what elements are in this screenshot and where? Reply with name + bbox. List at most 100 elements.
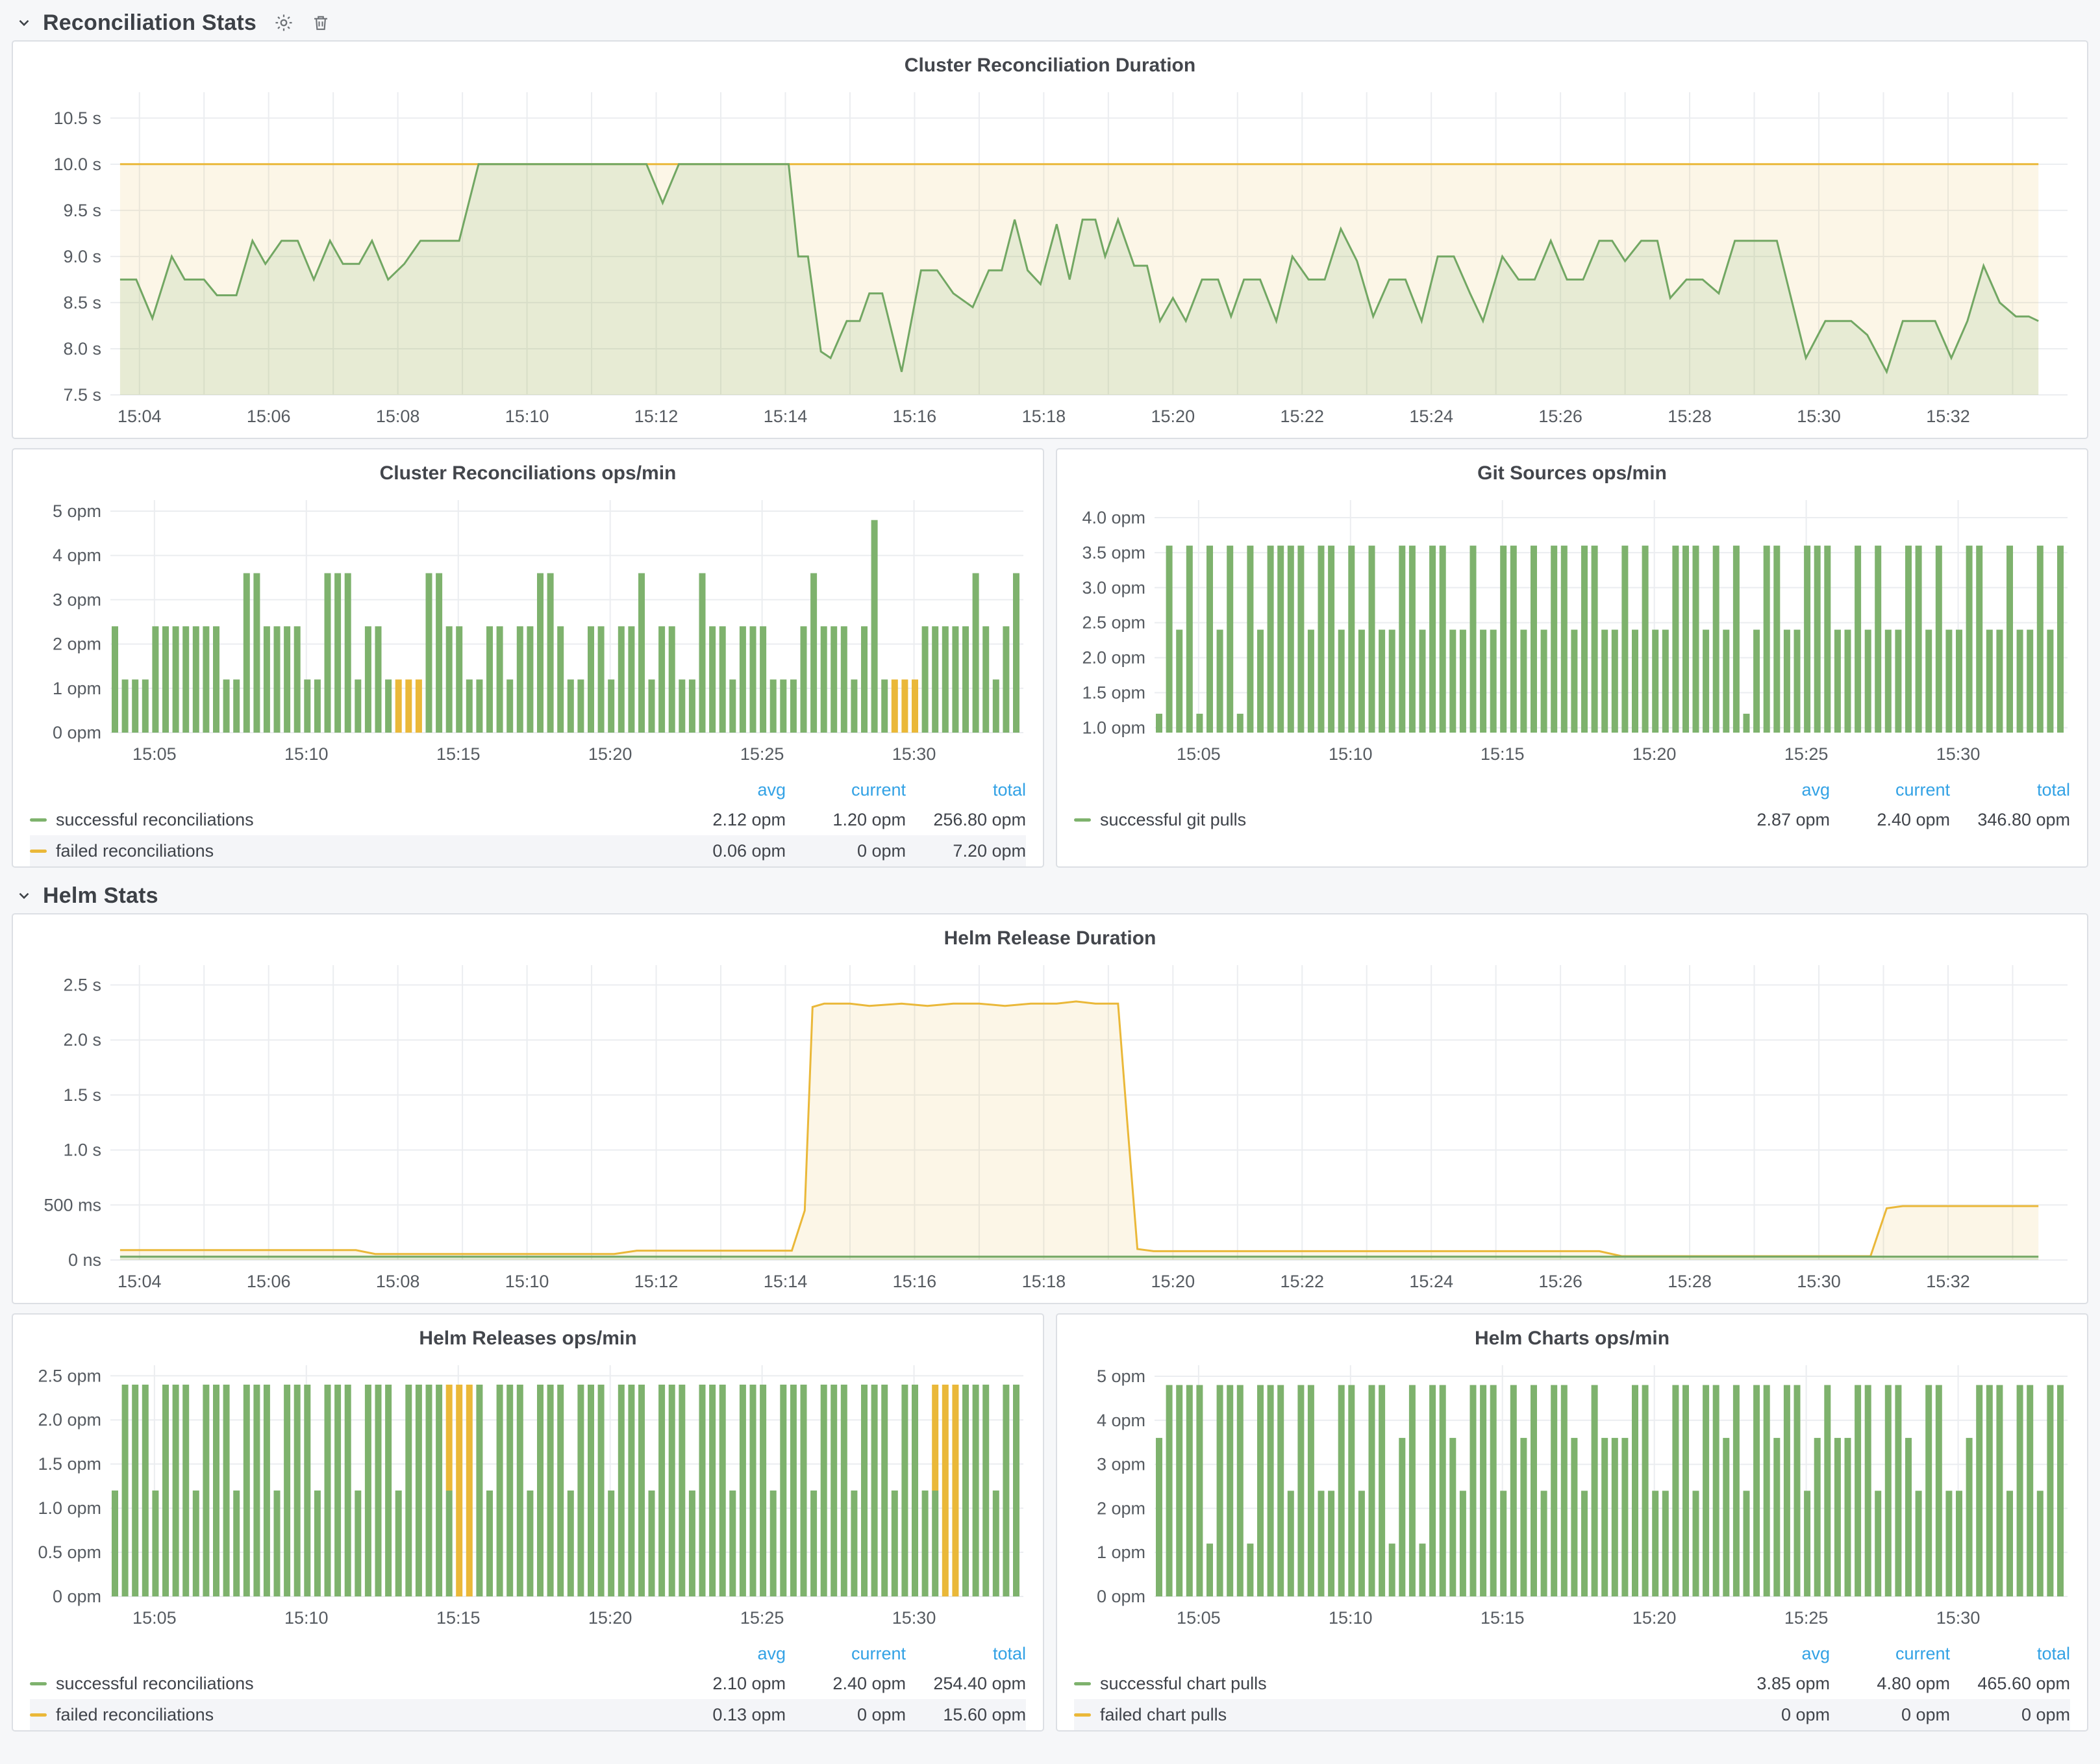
cluster-duration-chart[interactable]: 7.5 s8.0 s8.5 s9.0 s9.5 s10.0 s10.5 s15:… (13, 82, 2087, 438)
svg-text:0 opm: 0 opm (1097, 1587, 1145, 1606)
svg-text:15:10: 15:10 (505, 1272, 549, 1291)
svg-text:10.5 s: 10.5 s (53, 108, 101, 128)
legend-col-current[interactable]: current (1830, 780, 1950, 800)
legend-series-row[interactable]: successful chart pulls3.85 opm4.80 opm46… (1074, 1668, 2070, 1699)
legend-table: avgcurrenttotal successful reconciliation… (13, 775, 1043, 866)
legend-series-label[interactable]: failed chart pulls (1074, 1705, 1710, 1725)
svg-text:15:28: 15:28 (1668, 1272, 1712, 1291)
svg-text:8.0 s: 8.0 s (63, 339, 101, 359)
svg-text:3 opm: 3 opm (53, 590, 101, 609)
section-title: Reconciliation Stats (43, 10, 256, 36)
legend-stat-value: 2.10 opm (666, 1674, 786, 1694)
svg-text:7.5 s: 7.5 s (63, 385, 101, 405)
legend-series-label[interactable]: failed reconciliations (30, 841, 666, 861)
svg-text:15:32: 15:32 (1926, 1272, 1970, 1291)
svg-text:15:16: 15:16 (893, 1272, 937, 1291)
svg-text:1.5 s: 1.5 s (63, 1085, 101, 1105)
legend-col-current[interactable]: current (1830, 1644, 1950, 1664)
svg-text:15:12: 15:12 (634, 1272, 679, 1291)
legend-series-row[interactable]: failed reconciliations0.13 opm0 opm15.60… (30, 1699, 1026, 1730)
svg-text:2.5 opm: 2.5 opm (1082, 613, 1145, 633)
legend-stat-value: 0 opm (1950, 1705, 2070, 1725)
panel-title[interactable]: Helm Charts ops/min (1057, 1315, 2087, 1355)
helm-releases-chart[interactable]: 0 opm0.5 opm1.0 opm1.5 opm2.0 opm2.5 opm… (13, 1355, 1043, 1639)
series-color-dash-icon (30, 1682, 47, 1685)
svg-text:15:26: 15:26 (1538, 1272, 1582, 1291)
legend-col-avg[interactable]: avg (1710, 780, 1830, 800)
panel-title[interactable]: Git Sources ops/min (1057, 449, 2087, 490)
legend-header-row: avgcurrenttotal (1074, 1639, 2070, 1668)
legend-series-label[interactable]: failed reconciliations (30, 1705, 666, 1725)
svg-text:15:05: 15:05 (1177, 1608, 1221, 1628)
svg-text:15:30: 15:30 (1936, 1608, 1981, 1628)
helm-duration-chart[interactable]: 0 ns500 ms1.0 s1.5 s2.0 s2.5 s15:0415:06… (13, 955, 2087, 1303)
legend-series-row[interactable]: successful reconciliations2.10 opm2.40 o… (30, 1668, 1026, 1699)
legend-stat-value: 3.85 opm (1710, 1674, 1830, 1694)
legend-col-avg[interactable]: avg (666, 1644, 786, 1664)
legend-col-total[interactable]: total (906, 780, 1026, 800)
svg-text:0 opm: 0 opm (53, 1587, 101, 1606)
section-header-reconciliation-stats[interactable]: Reconciliation Stats (16, 5, 2088, 40)
legend-col-total[interactable]: total (1950, 780, 2070, 800)
svg-text:15:22: 15:22 (1280, 1272, 1324, 1291)
series-color-dash-icon (30, 850, 47, 853)
svg-text:15:30: 15:30 (892, 744, 936, 764)
legend-col-current[interactable]: current (786, 780, 906, 800)
legend-series-row[interactable]: failed chart pulls0 opm0 opm0 opm (1074, 1699, 2070, 1730)
panel-title[interactable]: Helm Releases ops/min (13, 1315, 1043, 1355)
svg-text:15:30: 15:30 (1797, 1272, 1841, 1291)
svg-text:9.5 s: 9.5 s (63, 201, 101, 220)
panel-title[interactable]: Cluster Reconciliation Duration (13, 42, 2087, 82)
helm-charts-chart[interactable]: 0 opm1 opm2 opm3 opm4 opm5 opm15:0515:10… (1057, 1355, 2087, 1639)
legend-stat-value: 0 opm (786, 841, 906, 861)
legend-stat-value: 346.80 opm (1950, 810, 2070, 830)
legend-series-label[interactable]: successful chart pulls (1074, 1674, 1710, 1694)
svg-text:3 opm: 3 opm (1097, 1455, 1145, 1474)
legend-series-label[interactable]: successful reconciliations (30, 1674, 666, 1694)
svg-text:15:24: 15:24 (1409, 407, 1453, 426)
svg-text:15:20: 15:20 (1151, 407, 1195, 426)
svg-text:8.5 s: 8.5 s (63, 293, 101, 312)
git-sources-chart[interactable]: 1.0 opm1.5 opm2.0 opm2.5 opm3.0 opm3.5 o… (1057, 490, 2087, 775)
svg-text:15:14: 15:14 (764, 407, 808, 426)
legend-col-avg[interactable]: avg (1710, 1644, 1830, 1664)
legend-stat-value: 0 opm (786, 1705, 906, 1725)
svg-text:2.5 opm: 2.5 opm (38, 1366, 101, 1385)
legend-col-total[interactable]: total (906, 1644, 1026, 1664)
legend-col-current[interactable]: current (786, 1644, 906, 1664)
svg-text:1.5 opm: 1.5 opm (1082, 683, 1145, 703)
legend-series-row[interactable]: successful reconciliations2.12 opm1.20 o… (30, 804, 1026, 835)
svg-text:15:10: 15:10 (505, 407, 549, 426)
svg-text:15:28: 15:28 (1668, 407, 1712, 426)
legend-series-label[interactable]: successful reconciliations (30, 810, 666, 830)
legend-stat-value: 256.80 opm (906, 810, 1026, 830)
svg-text:4.0 opm: 4.0 opm (1082, 508, 1145, 527)
panel-title[interactable]: Helm Release Duration (13, 914, 2087, 955)
legend-series-row[interactable]: successful git pulls2.87 opm2.40 opm346.… (1074, 804, 2070, 835)
svg-text:1.0 s: 1.0 s (63, 1140, 101, 1160)
svg-text:15:20: 15:20 (588, 1608, 632, 1628)
legend-stat-value: 7.20 opm (906, 841, 1026, 861)
legend-stat-value: 4.80 opm (1830, 1674, 1950, 1694)
cluster-reconciliations-chart[interactable]: 0 opm1 opm2 opm3 opm4 opm5 opm15:0515:10… (13, 490, 1043, 775)
legend-stat-value: 254.40 opm (906, 1674, 1026, 1694)
legend-series-row[interactable]: failed reconciliations0.06 opm0 opm7.20 … (30, 835, 1026, 866)
dashboard: Reconciliation Stats Cluster Reconciliat… (0, 0, 2100, 1732)
legend-stat-value: 0 opm (1710, 1705, 1830, 1725)
legend-series-label[interactable]: successful git pulls (1074, 810, 1710, 830)
legend-col-avg[interactable]: avg (666, 780, 786, 800)
svg-text:1 opm: 1 opm (1097, 1543, 1145, 1562)
trash-icon[interactable] (311, 13, 331, 32)
legend-stat-value: 0 opm (1830, 1705, 1950, 1725)
legend-stat-value: 2.87 opm (1710, 810, 1830, 830)
svg-text:15:10: 15:10 (1329, 744, 1373, 764)
svg-text:15:06: 15:06 (247, 407, 291, 426)
panel-title[interactable]: Cluster Reconciliations ops/min (13, 449, 1043, 490)
gear-icon[interactable] (273, 12, 294, 33)
svg-text:15:04: 15:04 (118, 407, 162, 426)
svg-text:15:24: 15:24 (1409, 1272, 1453, 1291)
svg-text:2.5 s: 2.5 s (63, 975, 101, 994)
legend-col-total[interactable]: total (1950, 1644, 2070, 1664)
svg-text:15:05: 15:05 (132, 744, 177, 764)
section-header-helm-stats[interactable]: Helm Stats (16, 878, 2088, 913)
